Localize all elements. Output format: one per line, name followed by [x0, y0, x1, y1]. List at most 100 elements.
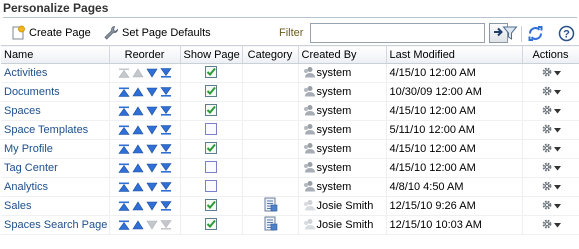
gear-icon [541, 180, 553, 195]
show-page-checkbox[interactable] [205, 84, 217, 100]
move-down-icon[interactable] [145, 106, 158, 116]
actions-cell [522, 82, 579, 102]
set-page-defaults-label: Set Page Defaults [122, 27, 211, 39]
page-name-link[interactable]: My Profile [1, 139, 110, 159]
actions-menu-button[interactable] [526, 85, 576, 100]
funnel-icon[interactable] [502, 25, 518, 44]
move-bottom-icon [159, 220, 172, 230]
title-divider [3, 17, 577, 18]
show-page-checkbox[interactable] [205, 160, 217, 176]
move-bottom-icon[interactable] [159, 125, 172, 135]
page-name-link[interactable]: Sales [1, 196, 110, 216]
move-down-icon[interactable] [145, 144, 158, 154]
actions-menu-button[interactable] [526, 123, 576, 138]
reorder-cell [109, 177, 181, 197]
move-top-icon[interactable] [117, 144, 130, 154]
move-down-icon[interactable] [145, 125, 158, 135]
move-up-icon[interactable] [131, 220, 144, 230]
move-top-icon[interactable] [117, 201, 130, 211]
actions-menu-button[interactable] [526, 218, 576, 233]
actions-menu-button[interactable] [526, 199, 576, 214]
actions-menu-button[interactable] [526, 66, 576, 81]
move-down-icon[interactable] [145, 201, 158, 211]
move-up-icon[interactable] [131, 125, 144, 135]
last-modified-cell: 4/15/10 12:00 AM [386, 63, 523, 83]
move-up-icon[interactable] [131, 163, 144, 173]
page-name-link[interactable]: Analytics [1, 177, 110, 197]
move-top-icon[interactable] [117, 163, 130, 173]
category-icon[interactable] [263, 197, 278, 215]
actions-menu-button[interactable] [526, 104, 576, 119]
show-page-checkbox[interactable] [205, 103, 217, 119]
move-bottom-icon[interactable] [159, 201, 172, 211]
column-header-show-page[interactable]: Show Page [180, 45, 243, 64]
move-down-icon[interactable] [145, 87, 158, 97]
page-name-link[interactable]: Spaces Search Page [1, 215, 110, 235]
page-name-link[interactable]: Spaces [1, 101, 110, 121]
create-page-button[interactable]: Create Page [10, 25, 91, 41]
move-up-icon[interactable] [131, 182, 144, 192]
show-page-cell [180, 158, 243, 178]
help-icon[interactable]: ? [558, 25, 575, 45]
move-bottom-icon[interactable] [159, 182, 172, 192]
toolbar: Create Page Set Page Defaults Filter ? [0, 22, 579, 44]
show-page-checkbox[interactable] [205, 217, 217, 233]
actions-menu-button[interactable] [526, 180, 576, 195]
category-icon[interactable] [263, 216, 278, 234]
created-by-cell: system [298, 101, 387, 121]
show-page-checkbox[interactable] [205, 198, 217, 214]
page-name-link[interactable]: Tag Center [1, 158, 110, 178]
move-bottom-icon[interactable] [159, 144, 172, 154]
chevron-down-icon [553, 181, 561, 193]
move-down-icon[interactable] [145, 68, 158, 78]
move-up-icon[interactable] [131, 144, 144, 154]
chevron-down-icon [553, 67, 561, 79]
move-bottom-icon[interactable] [159, 163, 172, 173]
chevron-down-icon [553, 143, 561, 155]
last-modified-cell: 4/15/10 12:00 AM [386, 101, 523, 121]
move-top-icon[interactable] [117, 106, 130, 116]
created-by-text: Josie Smith [316, 200, 374, 212]
actions-menu-button[interactable] [526, 161, 576, 176]
column-header-created-by[interactable]: Created By [298, 45, 387, 64]
svg-text:?: ? [563, 29, 570, 41]
chevron-down-icon [553, 200, 561, 212]
last-modified-cell: 12/15/10 10:03 AM [386, 215, 523, 235]
move-top-icon[interactable] [117, 87, 130, 97]
page-name-link[interactable]: Documents [1, 82, 110, 102]
last-modified-cell: 4/8/10 4:50 AM [386, 177, 523, 197]
page-name-link[interactable]: Space Templates [1, 120, 110, 140]
move-top-icon[interactable] [117, 125, 130, 135]
page-name-link[interactable]: Activities [1, 63, 110, 83]
created-by-text: system [316, 67, 352, 79]
filter-input[interactable] [310, 23, 485, 43]
move-bottom-icon[interactable] [159, 87, 172, 97]
actions-cell [522, 63, 579, 83]
move-up-icon[interactable] [131, 201, 144, 211]
chevron-down-icon [553, 105, 561, 117]
show-page-checkbox[interactable] [205, 122, 217, 138]
user-icon [302, 85, 315, 100]
show-page-checkbox[interactable] [205, 141, 217, 157]
actions-cell [522, 177, 579, 197]
move-top-icon[interactable] [117, 220, 130, 230]
refresh-icon[interactable] [527, 25, 544, 45]
column-header-last-modified[interactable]: Last Modified [386, 45, 523, 64]
move-up-icon[interactable] [131, 106, 144, 116]
move-down-icon[interactable] [145, 163, 158, 173]
show-page-checkbox[interactable] [205, 179, 217, 195]
column-header-category[interactable]: Category [242, 45, 299, 64]
set-page-defaults-button[interactable]: Set Page Defaults [103, 25, 211, 41]
category-cell [242, 63, 299, 83]
move-top-icon[interactable] [117, 182, 130, 192]
actions-menu-button[interactable] [526, 142, 576, 157]
column-header-name[interactable]: Name [1, 45, 110, 64]
chevron-down-icon [553, 219, 561, 231]
show-page-checkbox[interactable] [205, 65, 217, 81]
move-bottom-icon[interactable] [159, 68, 172, 78]
move-down-icon[interactable] [145, 182, 158, 192]
move-bottom-icon[interactable] [159, 106, 172, 116]
show-page-cell [180, 101, 243, 121]
category-cell [242, 177, 299, 197]
move-up-icon[interactable] [131, 87, 144, 97]
